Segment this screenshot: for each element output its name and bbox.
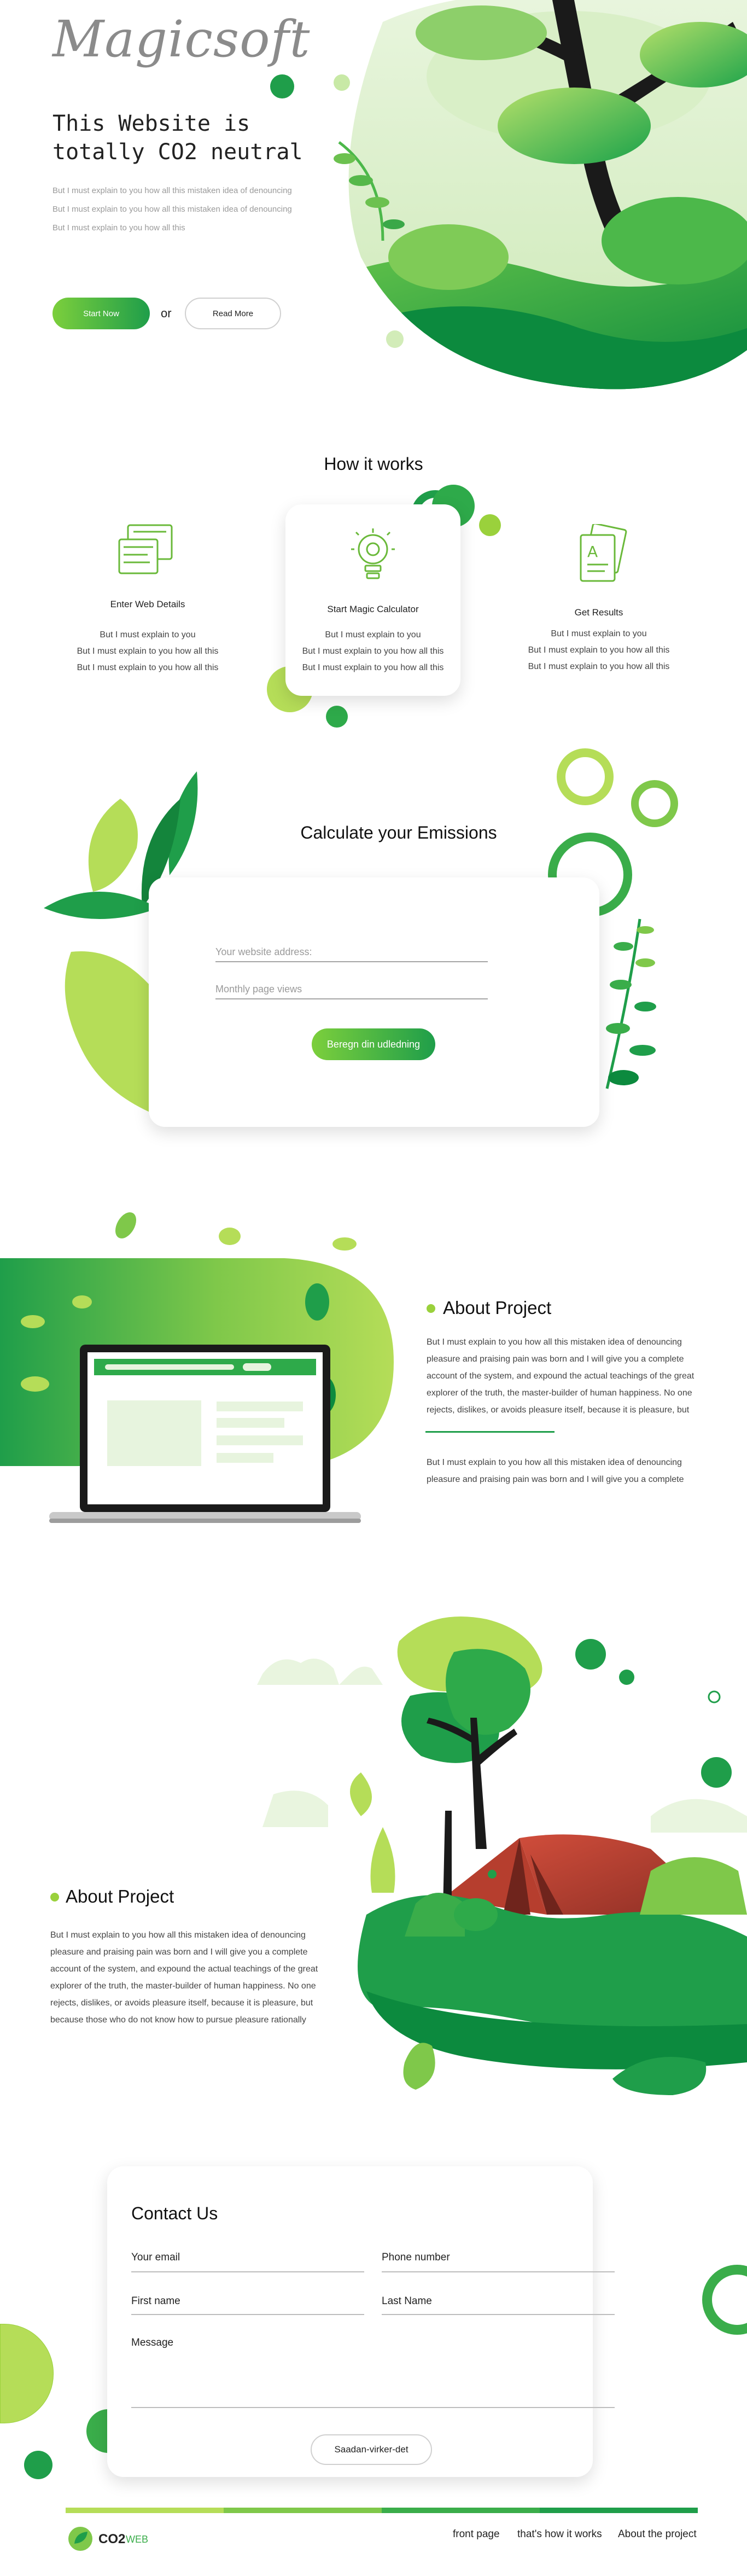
web-details-icon xyxy=(118,524,173,574)
calculator-title: Calculate your Emissions xyxy=(300,823,497,842)
email-field[interactable] xyxy=(131,2271,364,2272)
about-text-line: account of the system, and expound the a… xyxy=(427,1371,695,1381)
about-text-line: pleasure and praising pain was born and … xyxy=(427,1354,684,1364)
tent-forest-illustration xyxy=(257,1616,747,2095)
footer-logo-text: CO2 xyxy=(98,2532,126,2546)
or-label: or xyxy=(161,306,172,320)
decoration-dot xyxy=(24,2451,52,2479)
about-text-line: But I must explain to you how all this m… xyxy=(427,1458,682,1467)
about-divider xyxy=(425,1431,555,1433)
about-text-line: account of the system, and expound the a… xyxy=(50,1964,318,1974)
start-now-button[interactable]: Start Now xyxy=(52,298,150,329)
website-address-input[interactable] xyxy=(215,943,488,962)
decoration-dot xyxy=(479,514,501,536)
last-name-field[interactable] xyxy=(382,2314,615,2315)
fern-decoration-right xyxy=(605,918,656,1089)
message-field[interactable] xyxy=(131,2407,615,2408)
email-label: Your email xyxy=(131,2252,180,2263)
step-text-line: But I must explain to you how all this xyxy=(302,647,444,656)
about-text-line: rejects, dislikes, or avoids pleasure it… xyxy=(50,1998,313,2008)
step-text-line: But I must explain to you how all this xyxy=(528,662,670,671)
about-bullet xyxy=(427,1304,435,1313)
how-it-works-title: How it works xyxy=(324,454,423,474)
about-text-line: But I must explain to you how all this m… xyxy=(427,1338,682,1347)
about-title: About Project xyxy=(66,1886,174,1906)
about-text-line: But I must explain to you how all this m… xyxy=(50,1930,306,1940)
step-text-line: But I must explain to you xyxy=(325,630,421,639)
about-text-line: explorer of the truth, the master-builde… xyxy=(50,1981,316,1991)
step-text-line: But I must explain to you how all this xyxy=(77,647,219,656)
hero-forest-illustration xyxy=(334,0,747,389)
about-text-line: pleasure and praising pain was born and … xyxy=(427,1475,684,1484)
hero-title: This Website is totally CO2 neutral xyxy=(52,111,303,165)
step-title: Get Results xyxy=(574,607,623,618)
hero-decoration-dot xyxy=(270,74,294,98)
hero-text-line: But I must explain to you how all this xyxy=(52,223,185,232)
about-text-line: because those who do not know how to pur… xyxy=(50,2015,306,2025)
laptop-illustration xyxy=(0,1212,394,1523)
footer-link-about[interactable]: About the project xyxy=(618,2528,697,2540)
step-text-line: But I must explain to you how all this xyxy=(528,646,670,655)
lightbulb-gear-icon xyxy=(351,528,395,579)
message-label: Message xyxy=(131,2337,174,2348)
leaf-logo-icon xyxy=(68,2527,92,2551)
contact-card: Contact Us Your email Phone number First… xyxy=(107,2166,615,2477)
step-text-line: But I must explain to you xyxy=(100,630,196,639)
decoration-dot xyxy=(326,706,348,728)
calculate-emissions-button[interactable]: Beregn din udledning xyxy=(312,1028,435,1060)
footer-color-bar xyxy=(66,2508,698,2513)
calculator-card: Beregn din udledning xyxy=(149,877,599,1127)
decoration-ring xyxy=(631,780,678,827)
brand-logo[interactable]: Magicsoft xyxy=(52,10,311,68)
about-text-line: rejects, dislikes, or avoids pleasure it… xyxy=(427,1405,690,1415)
monthly-page-views-input[interactable] xyxy=(215,980,488,999)
first-name-field[interactable] xyxy=(131,2314,364,2315)
about-text-line: pleasure and praising pain was born and … xyxy=(50,1947,308,1957)
about-title: About Project xyxy=(443,1298,552,1318)
phone-field[interactable] xyxy=(382,2271,615,2272)
about-bullet xyxy=(50,1893,59,1902)
step-text-line: But I must explain to you how all this xyxy=(302,663,444,672)
decoration-ring xyxy=(557,748,614,805)
last-name-label: Last Name xyxy=(382,2295,432,2307)
step-text-line: But I must explain to you xyxy=(551,629,647,638)
footer-link-front-page[interactable]: front page xyxy=(453,2528,500,2540)
step-title: Start Magic Calculator xyxy=(327,604,419,614)
phone-label: Phone number xyxy=(382,2252,450,2263)
document-results-icon: A xyxy=(580,524,627,582)
decoration-ring xyxy=(702,2265,747,2335)
contact-submit-button[interactable]: Saadan-virker-det xyxy=(311,2434,432,2465)
decoration-circle-lime xyxy=(0,2324,54,2423)
about-text-line: explorer of the truth, the master-builde… xyxy=(427,1388,692,1398)
footer-logo[interactable]: CO2 WEB xyxy=(67,2525,176,2552)
hero-text-line: But I must explain to you how all this m… xyxy=(52,205,292,214)
step-text-line: But I must explain to you how all this xyxy=(77,663,219,672)
first-name-label: First name xyxy=(131,2295,180,2307)
read-more-button[interactable]: Read More xyxy=(185,298,281,329)
svg-text:A: A xyxy=(587,543,598,561)
footer-logo-sub: WEB xyxy=(126,2534,149,2545)
step-card-active[interactable]: Start Magic Calculator But I must explai… xyxy=(285,504,460,696)
step-title: Enter Web Details xyxy=(110,599,185,609)
contact-title: Contact Us xyxy=(131,2203,218,2223)
footer-link-how-it-works[interactable]: that's how it works xyxy=(517,2528,602,2540)
hero-text-line: But I must explain to you how all this m… xyxy=(52,186,292,195)
